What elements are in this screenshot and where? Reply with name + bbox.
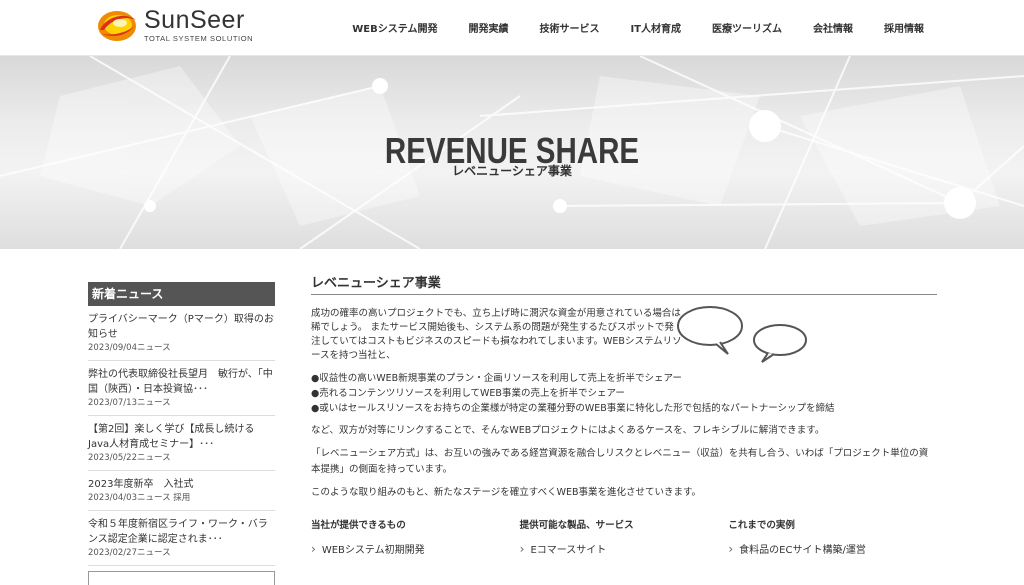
site-header: SunSeer TOTAL SYSTEM SOLUTION WEBシステム開発 … — [0, 0, 1024, 56]
column-heading: これまでの実例 — [728, 520, 795, 531]
news-item[interactable]: 【第2回】楽しく学び【成長し続けるJava人材育成セミナー】･･･ 2023/0… — [88, 416, 275, 471]
column-heading: 提供可能な製品、サービス — [519, 520, 634, 531]
chevron-right-icon: › — [311, 541, 316, 556]
nav-medical-tourism[interactable]: 医療ツーリズム — [712, 20, 782, 35]
news-heading: 新着ニュース — [88, 282, 275, 306]
logo-tagline: TOTAL SYSTEM SOLUTION — [144, 34, 254, 43]
column-link-label: WEBシステム初期開発 — [321, 545, 425, 556]
news-meta: 2023/04/03ニュース 採用 — [88, 493, 191, 503]
column-link[interactable]: › Eコマースサイト — [519, 541, 729, 557]
hero-banner: REVENUE SHARE レベニューシェア事業 — [0, 56, 1024, 249]
bullet-item: ●収益性の高いWEB新規事業のプラン・企画リソースを利用して売上を折半でシェアー — [311, 373, 682, 384]
offering-columns: 当社が提供できるもの › WEBシステム初期開発 提供可能な製品、サービス › Eコ… — [311, 517, 937, 556]
news-more-button[interactable] — [88, 571, 275, 585]
offering-column: 提供可能な製品、サービス › Eコマースサイト — [520, 517, 729, 556]
column-link-label: Eコマースサイト — [530, 545, 607, 556]
news-title[interactable]: 令和５年度新宿区ライフ・ワーク・バランス認定企業に認定されま･･･ — [88, 517, 275, 547]
news-sidebar: 新着ニュース プライバシーマーク（Pマーク）取得のお知らせ 2023/09/04… — [88, 282, 275, 585]
nav-it-training[interactable]: IT人材育成 — [630, 20, 681, 35]
news-meta: 2023/09/04ニュース — [88, 343, 171, 353]
nav-tech-services[interactable]: 技術サービス — [539, 20, 599, 35]
news-meta: 2023/07/13ニュース — [88, 398, 171, 408]
nav-web-system[interactable]: WEBシステム開発 — [352, 20, 437, 35]
paragraph: 「レベニューシェア方式」は、お互いの強みである経営資源を融合しリスクとレベニュー… — [311, 448, 929, 475]
column-link-label: 食料品のECサイト構築/運営 — [739, 545, 866, 556]
nav-recruit[interactable]: 採用情報 — [884, 20, 924, 35]
news-item[interactable]: 令和５年度新宿区ライフ・ワーク・バランス認定企業に認定されま･･･ 2023/0… — [88, 511, 275, 566]
bullet-item: ●売れるコンテンツリソースを利用してWEB事業の売上を折半でシェアー — [311, 388, 625, 399]
column-link[interactable]: › 食料品のECサイト構築/運営 — [728, 541, 937, 557]
column-link[interactable]: › WEBシステム初期開発 — [311, 541, 520, 557]
news-title[interactable]: プライバシーマーク（Pマーク）取得のお知らせ — [88, 312, 275, 342]
chevron-right-icon: › — [728, 541, 734, 556]
main-nav: WEBシステム開発 開発実績 技術サービス IT人材育成 医療ツーリズム 会社情… — [321, 20, 924, 35]
offering-column: これまでの実例 › 食料品のECサイト構築/運営 — [728, 517, 937, 556]
nav-company[interactable]: 会社情報 — [813, 20, 853, 35]
news-item[interactable]: 2023年度新卒 入社式 2023/04/03ニュース 採用 — [88, 471, 275, 511]
logo-name: SunSeer — [144, 6, 245, 34]
news-title[interactable]: 2023年度新卒 入社式 — [88, 477, 275, 492]
hero-subtitle: レベニューシェア事業 — [452, 164, 572, 178]
logo[interactable]: SunSeer TOTAL SYSTEM SOLUTION — [96, 6, 253, 44]
intro-text: 成功の確率の高いプロジェクトでも、立ち上げ時に潤沢な資金が用意されている場合は稀… — [311, 308, 682, 361]
chevron-right-icon: › — [519, 541, 525, 556]
section-title: レベニューシェア事業 — [311, 272, 937, 295]
main-content: レベニューシェア事業 成功の確率の高いプロジェクトでも、立ち上げ時に潤沢な資金が… — [311, 272, 937, 556]
news-title[interactable]: 弊社の代表取締役社長望月 敏行が、「中国（陝西）・日本投資協･･･ — [88, 367, 275, 397]
news-meta: 2023/02/27ニュース — [88, 548, 171, 558]
paragraph: このような取り組みのもと、新たなステージを確立すべくWEB事業を進化させていきま… — [311, 487, 702, 498]
news-meta: 2023/05/22ニュース — [88, 453, 171, 463]
news-title[interactable]: 【第2回】楽しく学び【成長し続けるJava人材育成セミナー】･･･ — [88, 422, 275, 452]
nav-works[interactable]: 開発実績 — [468, 20, 508, 35]
news-item[interactable]: プライバシーマーク（Pマーク）取得のお知らせ 2023/09/04ニュース — [88, 306, 275, 361]
bullet-list: ●収益性の高いWEB新規事業のプラン・企画リソースを利用して売上を折半でシェアー… — [311, 371, 937, 416]
news-item[interactable]: 弊社の代表取締役社長望月 敏行が、「中国（陝西）・日本投資協･･･ 2023/0… — [88, 361, 275, 416]
sunseer-logo-icon — [96, 6, 138, 44]
bullet-item: ●或いはセールスリソースをお持ちの企業様が特定の業種分野のWEB事業に特化した形… — [311, 403, 835, 414]
column-heading: 当社が提供できるもの — [311, 520, 406, 531]
paragraph: など、双方が対等にリンクすることで、そんなWEBプロジェクトにはよくあるケースを… — [311, 425, 825, 436]
offering-column: 当社が提供できるもの › WEBシステム初期開発 — [311, 517, 520, 556]
